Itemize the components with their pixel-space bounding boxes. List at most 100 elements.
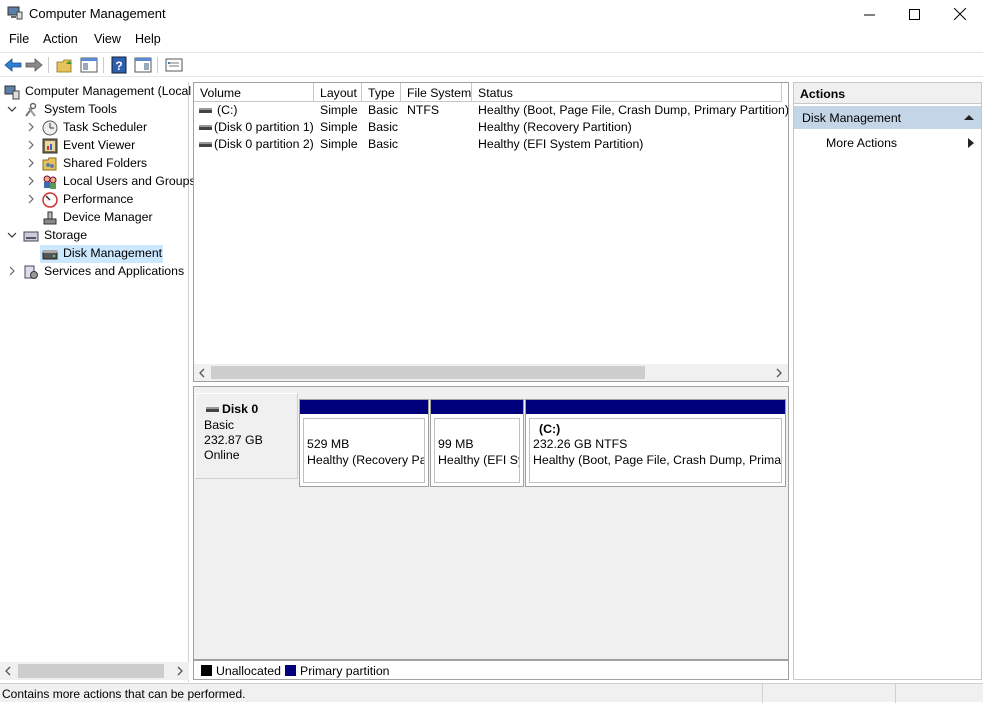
device-manager-icon [43, 211, 57, 225]
toolbar-separator [157, 57, 158, 73]
disk-graphical-view: Disk 0 Basic 232.87 GB Online 529 MB Hea… [193, 386, 789, 660]
col-header-type[interactable]: Type [362, 83, 401, 102]
table-row[interactable]: (Disk 0 partition 1) Simple Basic Health… [194, 119, 788, 136]
partition-status: Healthy (Boot, Page File, Crash Dump, Pr… [533, 452, 782, 467]
volume-list: Volume Layout Type File System Status (C… [193, 82, 789, 382]
show-action-pane-icon[interactable] [134, 56, 152, 74]
chevron-right-icon[interactable] [26, 140, 36, 150]
console-tree: Computer Management (Local System Tools … [0, 82, 196, 682]
tree-item-computer-management[interactable]: Computer Management (Local [0, 83, 191, 101]
partition-bar [526, 400, 785, 414]
chevron-down-icon[interactable] [7, 104, 17, 114]
minimize-button[interactable] [846, 0, 892, 28]
cell-layout: Simple [320, 103, 358, 117]
chevron-right-icon[interactable] [26, 194, 36, 204]
disk-name: Disk 0 [222, 402, 259, 416]
legend-swatch-unallocated [201, 665, 212, 676]
cell-status: Healthy (EFI System Partition) [478, 137, 644, 151]
close-button[interactable] [937, 0, 983, 28]
properties-icon[interactable] [165, 56, 183, 74]
services-icon [24, 265, 38, 279]
tools-icon [25, 102, 37, 117]
disk-state: Online [204, 448, 240, 462]
tree-item-performance[interactable]: Performance [0, 191, 189, 209]
chevron-right-icon[interactable] [7, 266, 17, 276]
volume-icon [199, 108, 212, 113]
cell-type: Basic [368, 103, 399, 117]
tree-item-task-scheduler[interactable]: Task Scheduler [0, 119, 189, 137]
up-folder-icon[interactable] [56, 56, 74, 74]
status-divider [895, 684, 896, 703]
computer-management-icon [7, 6, 23, 20]
tree-item-system-tools[interactable]: System Tools [0, 101, 189, 119]
partition-efi[interactable]: 99 MB Healthy (EFI Sys [430, 399, 524, 487]
more-actions-link[interactable]: More Actions [826, 136, 897, 150]
partition-size: 99 MB [438, 437, 474, 451]
partition-label: (C:) [539, 422, 561, 436]
tree-item-local-users[interactable]: Local Users and Groups [0, 173, 196, 191]
tree-item-disk-management[interactable]: Disk Management [40, 245, 163, 263]
col-header-volume[interactable]: Volume [194, 83, 314, 102]
table-row[interactable]: (C:) Simple Basic NTFS Healthy (Boot, Pa… [194, 102, 789, 119]
users-icon [43, 175, 57, 189]
cell-status: Healthy (Recovery Partition) [478, 120, 632, 134]
maximize-button[interactable] [891, 0, 937, 28]
col-header-file-system[interactable]: File System [401, 83, 472, 102]
menu-help[interactable]: Help [135, 32, 161, 46]
scroll-thumb[interactable] [18, 664, 164, 678]
tree-item-services-applications[interactable]: Services and Applications [0, 263, 189, 281]
partition-recovery[interactable]: 529 MB Healthy (Recovery Par [299, 399, 429, 487]
tree-item-shared-folders[interactable]: Shared Folders [0, 155, 189, 173]
tree-item-device-manager[interactable]: Device Manager [0, 209, 189, 227]
partition-c[interactable]: (C:) 232.26 GB NTFS Healthy (Boot, Page … [525, 399, 786, 487]
chevron-right-icon[interactable] [26, 122, 36, 132]
cell-fs: NTFS [407, 103, 440, 117]
scroll-right-icon[interactable] [176, 666, 184, 676]
partition-size: 232.26 GB NTFS [533, 437, 628, 451]
cell-status: Healthy (Boot, Page File, Crash Dump, Pr… [478, 103, 789, 117]
close-icon [954, 8, 966, 20]
table-row[interactable]: (Disk 0 partition 2) Simple Basic Health… [194, 136, 788, 153]
chevron-right-icon[interactable] [26, 176, 36, 186]
forward-arrow-icon[interactable] [25, 56, 43, 74]
toolbar-separator [103, 57, 104, 73]
menu-bar: File Action View Help [0, 29, 983, 51]
col-header-layout[interactable]: Layout [314, 83, 362, 102]
tree-item-event-viewer[interactable]: Event Viewer [0, 137, 189, 155]
title-bar: Computer Management [0, 0, 983, 28]
volume-icon [199, 125, 212, 130]
back-arrow-icon[interactable] [4, 56, 22, 74]
cell-volume: (Disk 0 partition 1) [214, 120, 314, 134]
toolbar: ? [0, 52, 983, 77]
scroll-right-icon[interactable] [775, 368, 783, 378]
show-hide-tree-icon[interactable] [80, 56, 98, 74]
collapse-up-icon[interactable] [964, 114, 974, 121]
status-text: Contains more actions that can be perfor… [2, 687, 246, 701]
submenu-arrow-icon [968, 138, 974, 148]
legend-label-primary: Primary partition [300, 664, 390, 678]
actions-header: Actions [794, 83, 981, 104]
toolbar-separator [48, 57, 49, 73]
menu-view[interactable]: View [94, 32, 121, 46]
actions-section-disk-management[interactable]: Disk Management [794, 106, 981, 129]
menu-file[interactable]: File [9, 32, 29, 46]
computer-management-icon [4, 85, 20, 100]
chevron-down-icon[interactable] [7, 230, 17, 240]
scroll-left-icon[interactable] [4, 666, 12, 676]
menu-action[interactable]: Action [43, 32, 78, 46]
performance-icon [42, 192, 58, 208]
tree-horizontal-scrollbar[interactable] [0, 662, 189, 680]
status-bar: Contains more actions that can be perfor… [0, 683, 983, 703]
disk-management-icon [42, 250, 58, 260]
partition-size: 529 MB [307, 437, 350, 451]
scroll-left-icon[interactable] [198, 368, 206, 378]
help-icon[interactable]: ? [110, 56, 128, 74]
tree-item-storage[interactable]: Storage [0, 227, 189, 245]
chevron-right-icon[interactable] [26, 158, 36, 168]
col-header-status[interactable]: Status [472, 83, 782, 102]
cell-layout: Simple [320, 120, 358, 134]
event-viewer-icon [42, 138, 58, 154]
disk-info-block[interactable]: Disk 0 Basic 232.87 GB Online [195, 393, 298, 479]
volume-horizontal-scrollbar[interactable] [194, 364, 788, 381]
scroll-thumb[interactable] [211, 366, 645, 379]
